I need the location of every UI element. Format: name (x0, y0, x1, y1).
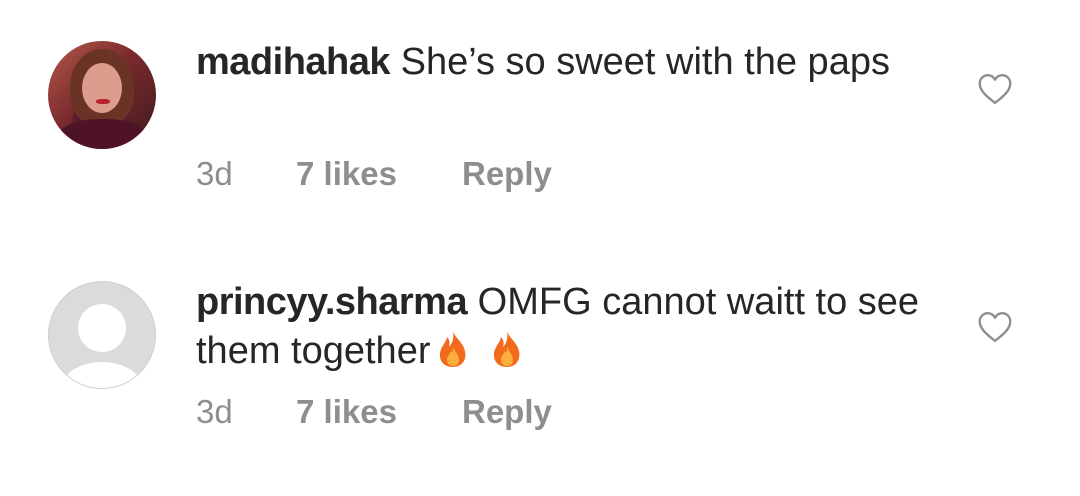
heart-icon[interactable] (977, 73, 1013, 105)
comment-timestamp: 3d (196, 155, 233, 192)
fire-icon (440, 331, 466, 367)
reply-button[interactable]: Reply (462, 155, 552, 193)
heart-icon[interactable] (977, 311, 1013, 343)
comment-username[interactable]: madihahak (196, 41, 391, 83)
avatar[interactable] (48, 41, 156, 149)
comment-likes[interactable]: 7 likes (296, 155, 397, 193)
comment-text: madihahak She’s so sweet with the paps (196, 38, 936, 87)
comment-timestamp: 3d (196, 393, 233, 430)
comment-username[interactable]: princyy.sharma (196, 281, 468, 323)
fire-icon (494, 331, 520, 367)
reply-button[interactable]: Reply (462, 393, 552, 431)
comment-text: princyy.sharma OMFG cannot waitt to see … (196, 278, 936, 376)
comment-body: She’s so sweet with the paps (400, 41, 890, 83)
default-avatar-icon[interactable] (48, 281, 156, 389)
comment-likes[interactable]: 7 likes (296, 393, 397, 431)
